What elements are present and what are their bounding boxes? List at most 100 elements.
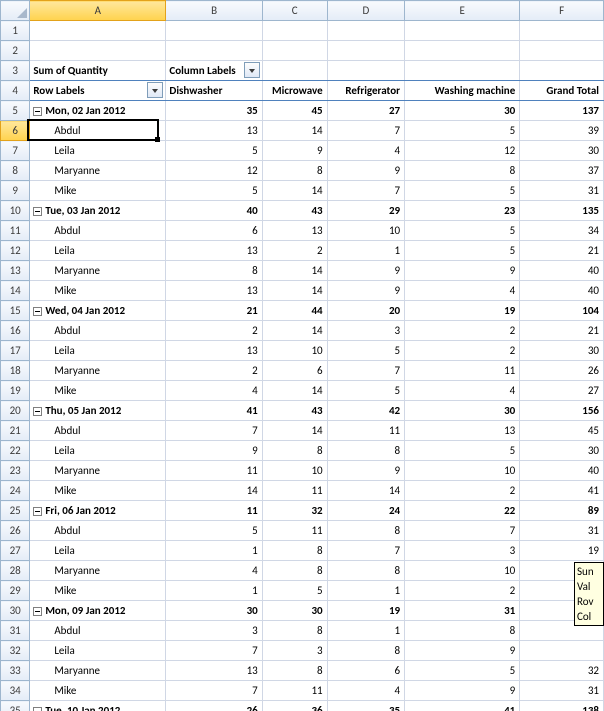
pivot-value[interactable]: 9 — [327, 261, 404, 281]
pivot-value[interactable]: 7 — [166, 641, 262, 661]
pivot-column-label[interactable]: Refrigerator — [327, 81, 404, 101]
col-header-A[interactable]: A — [30, 1, 166, 21]
pivot-child-row[interactable]: Abdul — [30, 521, 166, 541]
pivot-value[interactable]: 42 — [327, 401, 404, 421]
pivot-value[interactable]: 2 — [166, 361, 262, 381]
pivot-value[interactable]: 7 — [327, 181, 404, 201]
row-header[interactable]: 29 — [1, 581, 30, 601]
pivot-value[interactable]: 5 — [262, 581, 327, 601]
row-header[interactable]: 9 — [1, 181, 30, 201]
pivot-value[interactable]: 138 — [520, 701, 604, 711]
pivot-value[interactable]: 10 — [405, 561, 520, 581]
row-header[interactable]: 13 — [1, 261, 30, 281]
row-header[interactable]: 5 — [1, 101, 30, 121]
row-header[interactable]: 32 — [1, 641, 30, 661]
pivot-value[interactable]: 5 — [405, 441, 520, 461]
pivot-value[interactable]: 14 — [262, 381, 327, 401]
pivot-value[interactable]: 4 — [166, 561, 262, 581]
pivot-value[interactable]: 26 — [520, 361, 604, 381]
pivot-child-row[interactable]: Leila — [30, 341, 166, 361]
row-header[interactable]: 25 — [1, 501, 30, 521]
pivot-group-row[interactable]: Fri, 06 Jan 2012 — [30, 501, 166, 521]
pivot-value[interactable]: 7 — [327, 541, 404, 561]
pivot-value[interactable]: 30 — [520, 141, 604, 161]
pivot-column-label[interactable]: Grand Total — [520, 81, 604, 101]
pivot-value[interactable]: 14 — [262, 121, 327, 141]
pivot-value[interactable]: 35 — [166, 101, 262, 121]
pivot-value[interactable]: 2 — [405, 481, 520, 501]
pivot-value[interactable]: 26 — [166, 701, 262, 711]
pivot-group-row[interactable]: Wed, 04 Jan 2012 — [30, 301, 166, 321]
pivot-value[interactable]: 40 — [520, 461, 604, 481]
pivot-value[interactable]: 7 — [327, 361, 404, 381]
cell[interactable] — [30, 41, 166, 61]
pivot-value[interactable]: 6 — [262, 361, 327, 381]
pivot-child-row[interactable]: Maryanne — [30, 261, 166, 281]
pivot-value[interactable]: 8 — [262, 441, 327, 461]
pivot-child-row[interactable]: Abdul — [30, 621, 166, 641]
pivot-value[interactable]: 8 — [405, 621, 520, 641]
row-header[interactable]: 10 — [1, 201, 30, 221]
pivot-value[interactable]: 23 — [405, 201, 520, 221]
pivot-child-row[interactable]: Maryanne — [30, 161, 166, 181]
row-header[interactable]: 20 — [1, 401, 30, 421]
pivot-value[interactable]: 8 — [327, 561, 404, 581]
row-header[interactable]: 30 — [1, 601, 30, 621]
col-header-E[interactable]: E — [405, 1, 520, 21]
grid[interactable]: A B C D E F 123Sum of QuantityColumn Lab… — [0, 0, 604, 711]
pivot-value[interactable]: 10 — [262, 461, 327, 481]
pivot-value[interactable]: 27 — [327, 101, 404, 121]
pivot-value[interactable]: 14 — [262, 281, 327, 301]
pivot-value[interactable]: 8 — [405, 161, 520, 181]
row-header[interactable]: 7 — [1, 141, 30, 161]
cell[interactable] — [262, 61, 327, 81]
cell[interactable] — [166, 21, 262, 41]
pivot-value[interactable]: 8 — [262, 661, 327, 681]
pivot-value[interactable]: 9 — [405, 261, 520, 281]
pivot-value[interactable]: 32 — [262, 501, 327, 521]
pivot-child-row[interactable]: Maryanne — [30, 661, 166, 681]
pivot-value[interactable]: 41 — [166, 401, 262, 421]
select-all-corner[interactable] — [1, 1, 30, 21]
pivot-value[interactable]: 1 — [166, 581, 262, 601]
pivot-child-row[interactable]: Leila — [30, 241, 166, 261]
row-header[interactable]: 1 — [1, 21, 30, 41]
pivot-value[interactable]: 30 — [262, 601, 327, 621]
pivot-child-row[interactable]: Mike — [30, 481, 166, 501]
cell[interactable] — [405, 61, 520, 81]
pivot-value[interactable]: 10 — [262, 341, 327, 361]
pivot-value[interactable]: 13 — [166, 241, 262, 261]
collapse-icon[interactable] — [33, 107, 42, 116]
pivot-value[interactable]: 5 — [405, 241, 520, 261]
row-header[interactable]: 33 — [1, 661, 30, 681]
pivot-value[interactable]: 7 — [327, 121, 404, 141]
pivot-value[interactable]: 21 — [166, 301, 262, 321]
row-header[interactable]: 11 — [1, 221, 30, 241]
pivot-group-row[interactable]: Tue, 10 Jan 2012 — [30, 701, 166, 711]
pivot-value[interactable]: 41 — [520, 481, 604, 501]
pivot-value[interactable]: 14 — [262, 181, 327, 201]
pivot-value[interactable]: 135 — [520, 201, 604, 221]
pivot-value[interactable]: 40 — [520, 281, 604, 301]
pivot-value[interactable]: 4 — [327, 681, 404, 701]
cell[interactable] — [520, 61, 604, 81]
pivot-value[interactable]: 20 — [327, 301, 404, 321]
pivot-value[interactable]: 31 — [520, 681, 604, 701]
filter-dropdown-icon[interactable] — [147, 82, 163, 98]
pivot-value[interactable]: 27 — [520, 381, 604, 401]
col-header-F[interactable]: F — [520, 1, 604, 21]
pivot-value[interactable]: 8 — [262, 561, 327, 581]
row-header[interactable]: 6 — [1, 121, 30, 141]
pivot-value[interactable]: 19 — [327, 601, 404, 621]
pivot-value[interactable]: 1 — [327, 581, 404, 601]
pivot-value[interactable]: 2 — [405, 581, 520, 601]
pivot-child-row[interactable]: Abdul — [30, 121, 166, 141]
pivot-value[interactable]: 13 — [166, 661, 262, 681]
pivot-child-row[interactable]: Abdul — [30, 221, 166, 241]
pivot-value[interactable]: 4 — [166, 381, 262, 401]
pivot-value[interactable]: 2 — [262, 241, 327, 261]
col-header-D[interactable]: D — [327, 1, 404, 21]
row-header[interactable]: 15 — [1, 301, 30, 321]
cell[interactable] — [520, 21, 604, 41]
pivot-value[interactable]: 8 — [327, 441, 404, 461]
